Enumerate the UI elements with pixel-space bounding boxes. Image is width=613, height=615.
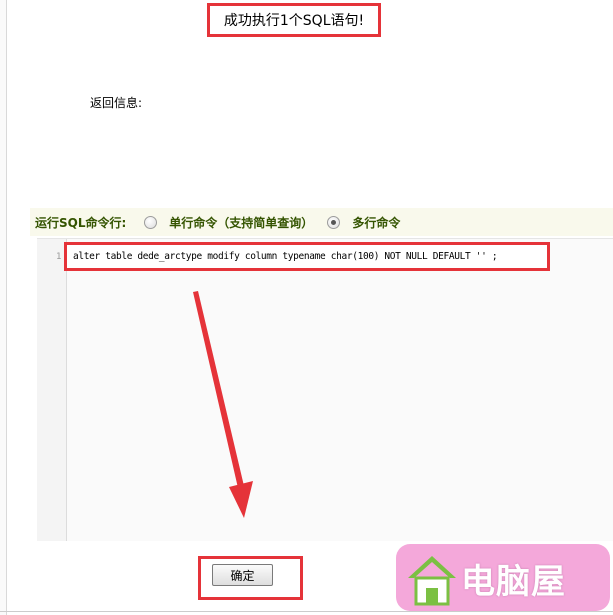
- watermark-text: 电脑屋: [461, 562, 566, 602]
- bottom-divider: [0, 611, 613, 612]
- house-icon: [408, 556, 456, 606]
- confirm-button[interactable]: 确定: [212, 564, 273, 586]
- watermark-logo: 电脑屋: [396, 544, 610, 611]
- annotation-arrow: [193, 291, 253, 518]
